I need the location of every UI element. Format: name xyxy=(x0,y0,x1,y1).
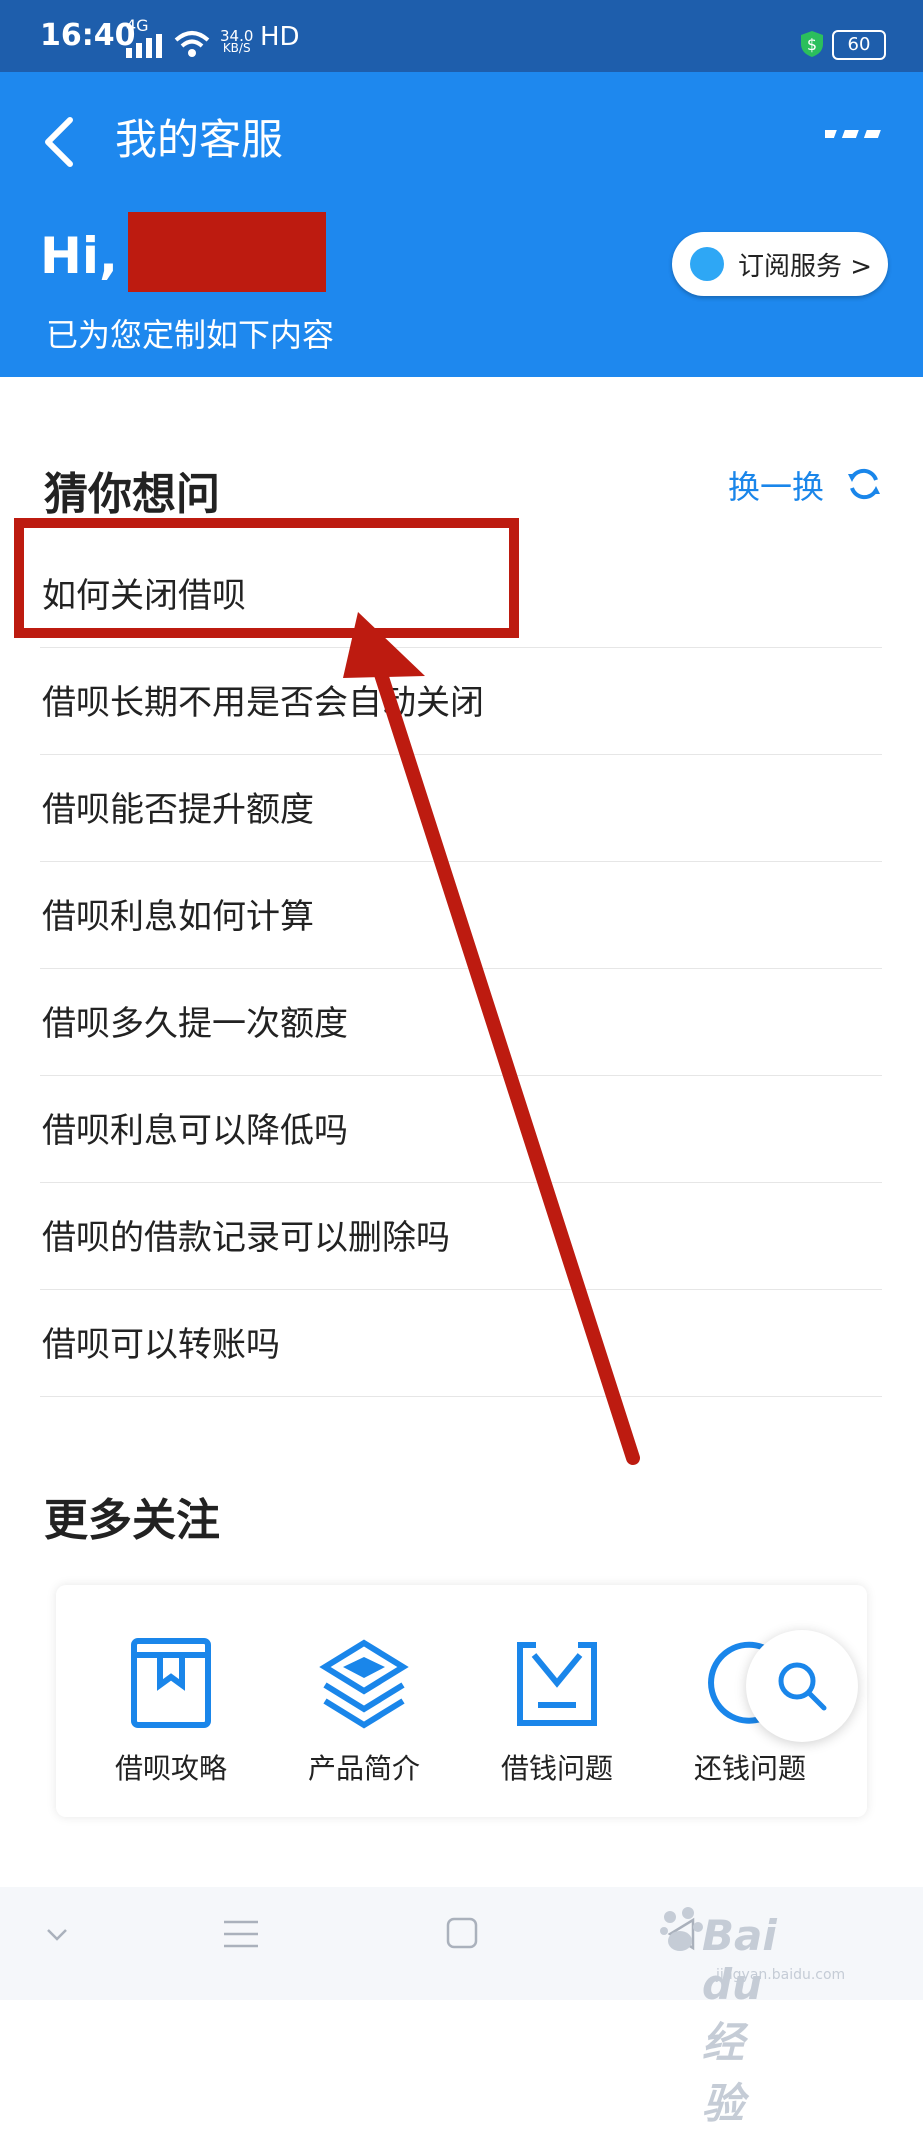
chevron-left-icon[interactable] xyxy=(40,112,80,172)
nav-menu-icon[interactable] xyxy=(224,1919,258,1949)
shield-icon: $ xyxy=(801,31,823,57)
question-text: 借呗多久提一次额度 xyxy=(42,1004,348,1044)
question-text: 借呗能否提升额度 xyxy=(42,790,314,830)
tile-strategy[interactable]: 借呗攻略 xyxy=(86,1635,256,1805)
more-card: 借呗攻略 产品简介 借钱问题 还钱问题 xyxy=(56,1585,867,1817)
question-item[interactable]: 借呗利息如何计算 xyxy=(40,861,882,969)
tile-label: 借钱问题 xyxy=(500,1752,613,1785)
question-text: 借呗可以转账吗 xyxy=(42,1325,280,1365)
hd-badge: HD xyxy=(260,22,300,52)
tile-label: 还钱问题 xyxy=(693,1752,806,1785)
search-fab-button[interactable] xyxy=(746,1630,858,1742)
question-text: 借呗长期不用是否会自动关闭 xyxy=(42,683,484,723)
refresh-label: 换一换 xyxy=(728,468,825,506)
network-speed: 34.0 KB/S xyxy=(220,29,253,55)
watermark-url: jingyan.baidu.com xyxy=(716,1967,846,1983)
bookmark-book-icon xyxy=(131,1638,211,1728)
question-text: 借呗利息可以降低吗 xyxy=(42,1111,348,1151)
question-item[interactable]: 借呗多久提一次额度 xyxy=(40,968,882,1076)
section-title-guess: 猜你想问 xyxy=(44,469,220,520)
status-bar: 16:40 4G 34.0 KB/S HD $ 60 xyxy=(0,0,923,72)
wifi-icon xyxy=(174,31,210,57)
paw-logo-icon xyxy=(660,1907,703,1951)
inbox-icon xyxy=(517,1642,597,1726)
page-title: 我的客服 xyxy=(115,115,284,164)
subscribe-label: 订阅服务 > xyxy=(738,252,873,282)
question-item[interactable]: 借呗长期不用是否会自动关闭 xyxy=(40,647,882,755)
hand-tap-icon xyxy=(690,247,724,281)
question-text: 借呗利息如何计算 xyxy=(42,897,314,937)
question-item[interactable]: 借呗利息可以降低吗 xyxy=(40,1075,882,1183)
svg-text:$: $ xyxy=(807,35,817,54)
greeting: Hi, xyxy=(40,227,118,285)
speed-unit: KB/S xyxy=(222,41,251,55)
battery-indicator: 60 xyxy=(832,30,886,60)
nav-home-icon[interactable] xyxy=(446,1917,478,1949)
tile-label: 借呗攻略 xyxy=(114,1752,227,1785)
question-text: 借呗的借款记录可以删除吗 xyxy=(42,1218,450,1258)
signal-icon xyxy=(126,34,162,58)
tile-borrow[interactable]: 借钱问题 xyxy=(472,1635,642,1805)
refresh-icon xyxy=(848,468,880,500)
layers-icon xyxy=(319,1639,409,1729)
question-item[interactable]: 借呗能否提升额度 xyxy=(40,754,882,862)
redacted-username xyxy=(128,212,326,292)
system-nav-bar xyxy=(0,1887,923,2000)
question-item[interactable]: 借呗的借款记录可以删除吗 xyxy=(40,1182,882,1290)
search-icon xyxy=(778,1662,827,1711)
status-time: 16:40 xyxy=(40,18,136,53)
tile-product[interactable]: 产品简介 xyxy=(279,1635,449,1805)
header: 我的客服 Hi, 已为您定制如下内容 订阅服务 > xyxy=(0,72,923,377)
section-title-more: 更多关注 xyxy=(44,1495,220,1546)
subtitle: 已为您定制如下内容 xyxy=(46,316,335,354)
more-dots-icon[interactable] xyxy=(825,124,883,144)
question-item[interactable]: 借呗可以转账吗 xyxy=(40,1289,882,1397)
network-type: 4G xyxy=(126,16,149,35)
subscribe-button[interactable]: 订阅服务 > xyxy=(672,232,888,296)
tile-label: 产品简介 xyxy=(307,1752,420,1785)
nav-collapse-icon[interactable] xyxy=(46,1927,68,1943)
refresh-button[interactable]: 换一换 xyxy=(728,462,888,506)
annotation-highlight-box xyxy=(14,518,519,638)
watermark-brand: Bai du 经验 xyxy=(702,1911,777,2128)
